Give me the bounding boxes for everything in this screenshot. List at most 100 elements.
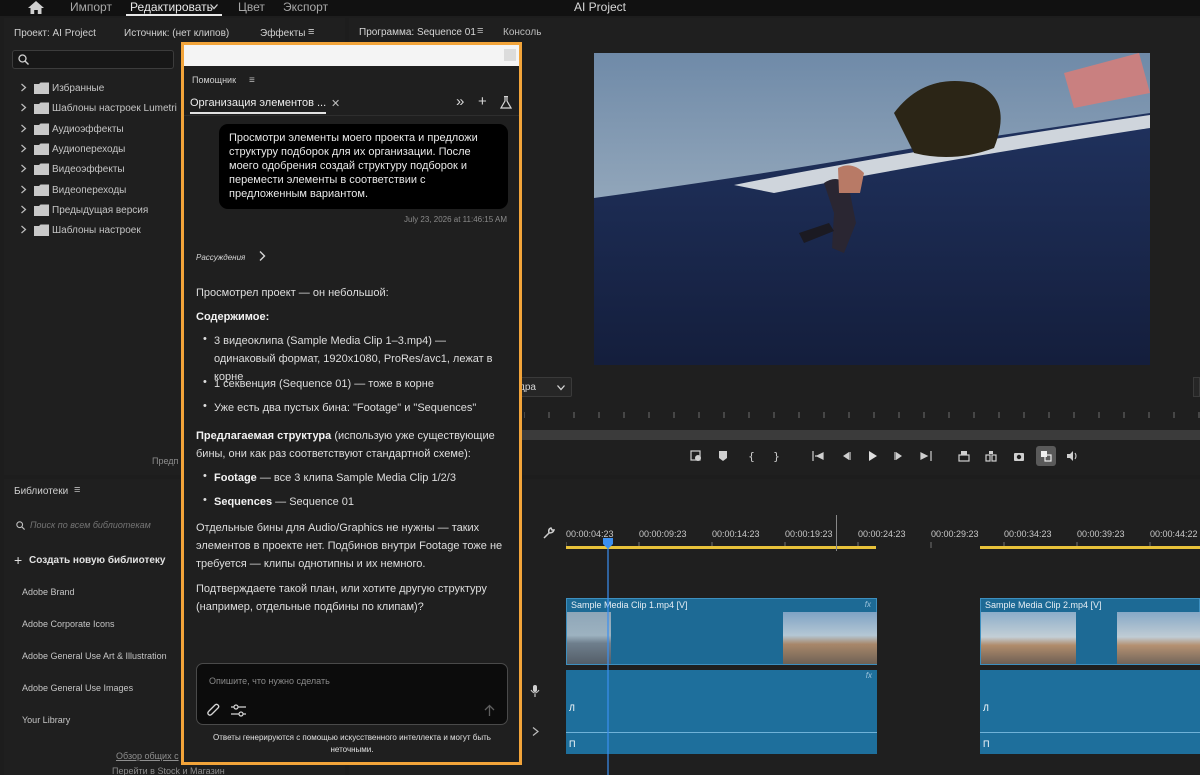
- folder-icon: [34, 123, 49, 135]
- response-question: Подтверждаете такой план, или хотите дру…: [196, 583, 487, 613]
- contents-item: Уже есть два пустых бина: "Footage" и "S…: [214, 402, 477, 414]
- mark-out-icon[interactable]: }: [770, 450, 782, 462]
- chevron-right-icon[interactable]: [20, 124, 27, 133]
- stock-link[interactable]: Перейти в Stock и Магазин: [112, 766, 225, 775]
- panel-footer-text: Предп: [152, 456, 179, 466]
- reasoning-toggle[interactable]: Рассуждения: [196, 253, 245, 262]
- tree-item[interactable]: Видеопереходы: [20, 183, 180, 199]
- extract-icon[interactable]: [985, 450, 997, 462]
- volume-icon[interactable]: [1066, 450, 1078, 462]
- svg-text:}: }: [773, 450, 780, 462]
- folder-icon: [34, 224, 49, 236]
- chevron-right-icon[interactable]: [20, 164, 27, 173]
- ruler-timecode: 00:00:34:23: [1004, 529, 1052, 539]
- add-marker-icon[interactable]: [717, 450, 729, 462]
- library-item[interactable]: Adobe General Use Art & Illustration: [22, 651, 167, 661]
- settings-sliders-icon[interactable]: [231, 704, 246, 717]
- step-forward-icon[interactable]: [893, 450, 905, 462]
- clip-name: Sample Media Clip 1.mp4 [V]: [571, 600, 688, 610]
- browse-shared-link[interactable]: Обзор общих с: [116, 751, 179, 761]
- app-title: AI Project: [573, 0, 627, 14]
- tree-item[interactable]: Аудиопереходы: [20, 142, 180, 158]
- folder-icon: [34, 163, 49, 175]
- tree-item[interactable]: Шаблоны настроек: [20, 223, 180, 239]
- message-timestamp: July 23, 2026 at 11:46:15 AM: [403, 215, 507, 224]
- audio-clip-2[interactable]: Л П: [980, 670, 1200, 754]
- library-item[interactable]: Adobe Brand: [22, 587, 75, 597]
- program-time-ruler[interactable]: [524, 408, 1200, 422]
- play-icon[interactable]: [866, 450, 878, 462]
- mark-in-icon[interactable]: {: [745, 450, 757, 462]
- tree-item[interactable]: Видеоэффекты: [20, 162, 180, 178]
- program-scroll-bar[interactable]: [522, 430, 1200, 440]
- work-area-bar[interactable]: [980, 546, 1200, 549]
- chevron-right-icon[interactable]: [20, 225, 27, 234]
- comparison-icon: [1041, 451, 1052, 462]
- library-item[interactable]: Adobe Corporate Icons: [22, 619, 115, 629]
- prompt-input[interactable]: [209, 673, 489, 689]
- close-icon[interactable]: [504, 49, 516, 61]
- tab-source[interactable]: Источник: (нет клипов): [124, 28, 229, 39]
- panel-menu-icon[interactable]: ≡: [477, 25, 483, 37]
- panel-menu-icon[interactable]: ≡: [249, 75, 255, 86]
- ruler-timecode: 00:00:44:22: [1150, 529, 1198, 539]
- library-item[interactable]: Adobe General Use Images: [22, 683, 133, 693]
- tree-item[interactable]: Аудиоэффекты: [20, 122, 180, 138]
- folder-icon: [34, 143, 49, 155]
- chevron-right-icon[interactable]: [258, 250, 266, 262]
- tab-console[interactable]: Консоль: [503, 27, 541, 38]
- channel-right-label: П: [983, 739, 990, 749]
- lift-icon[interactable]: [958, 450, 970, 462]
- comparison-toggle[interactable]: [1036, 446, 1056, 466]
- chat-tab[interactable]: Организация элементов ...: [190, 97, 326, 109]
- expand-icon[interactable]: »: [456, 93, 464, 110]
- plus-icon[interactable]: +: [14, 552, 22, 568]
- tab-program[interactable]: Программа: Sequence 01: [359, 27, 476, 38]
- chevron-down-icon: [557, 385, 565, 391]
- chevron-right-icon[interactable]: [20, 103, 27, 112]
- assistant-panel: Помощник ≡ Организация элементов ... ✕ »…: [181, 42, 522, 765]
- clip-thumbnail: [783, 612, 877, 664]
- chevron-right-icon[interactable]: [20, 144, 27, 153]
- tree-item[interactable]: Шаблоны настроек Lumetri: [20, 101, 180, 117]
- new-chat-icon[interactable]: +: [478, 93, 487, 110]
- tree-item-label: Предыдущая версия: [52, 205, 149, 216]
- paperclip-icon[interactable]: [207, 703, 220, 718]
- playhead[interactable]: [602, 538, 614, 775]
- wrench-icon[interactable]: [543, 527, 555, 539]
- effects-search-input[interactable]: [12, 50, 174, 69]
- expand-track-icon[interactable]: [532, 727, 540, 736]
- send-arrow-icon[interactable]: [484, 704, 495, 717]
- step-back-icon[interactable]: [840, 450, 852, 462]
- tree-item[interactable]: Предыдущая версия: [20, 203, 180, 219]
- close-tab-icon[interactable]: ✕: [331, 97, 340, 110]
- tab-effects[interactable]: Эффекты: [260, 28, 305, 39]
- chevron-right-icon[interactable]: [20, 83, 27, 92]
- structure-item: Sequences — Sequence 01: [214, 493, 510, 511]
- chevron-right-icon[interactable]: [20, 205, 27, 214]
- marker-clip-icon[interactable]: [690, 450, 702, 462]
- chevron-right-icon[interactable]: [20, 185, 27, 194]
- camera-icon[interactable]: [1013, 450, 1025, 462]
- tab-divider: [184, 115, 519, 116]
- bullet-dot: •: [203, 470, 207, 482]
- skatepark-scene: [594, 53, 1150, 365]
- video-clip-2[interactable]: Sample Media Clip 2.mp4 [V]: [980, 598, 1200, 665]
- panel-menu-icon[interactable]: ≡: [308, 26, 314, 38]
- search-icon: [18, 54, 29, 65]
- create-library-button[interactable]: Создать новую библиотеку: [29, 555, 165, 566]
- flask-icon[interactable]: [500, 96, 512, 109]
- folder-icon: [34, 204, 49, 216]
- panel-menu-icon[interactable]: ≡: [74, 484, 80, 496]
- microphone-icon[interactable]: [530, 685, 540, 697]
- go-to-in-icon[interactable]: [812, 450, 824, 462]
- tab-project[interactable]: Проект: AI Project: [14, 28, 96, 39]
- library-item[interactable]: Your Library: [22, 715, 70, 725]
- fx-badge: fx: [864, 600, 871, 609]
- tree-item[interactable]: Избранные: [20, 81, 180, 97]
- channel-left-label: Л: [569, 703, 575, 713]
- go-to-out-icon[interactable]: [920, 450, 932, 462]
- libraries-search-input[interactable]: [30, 518, 180, 532]
- prompt-input-box[interactable]: [196, 663, 508, 725]
- side-button[interactable]: [1193, 377, 1200, 397]
